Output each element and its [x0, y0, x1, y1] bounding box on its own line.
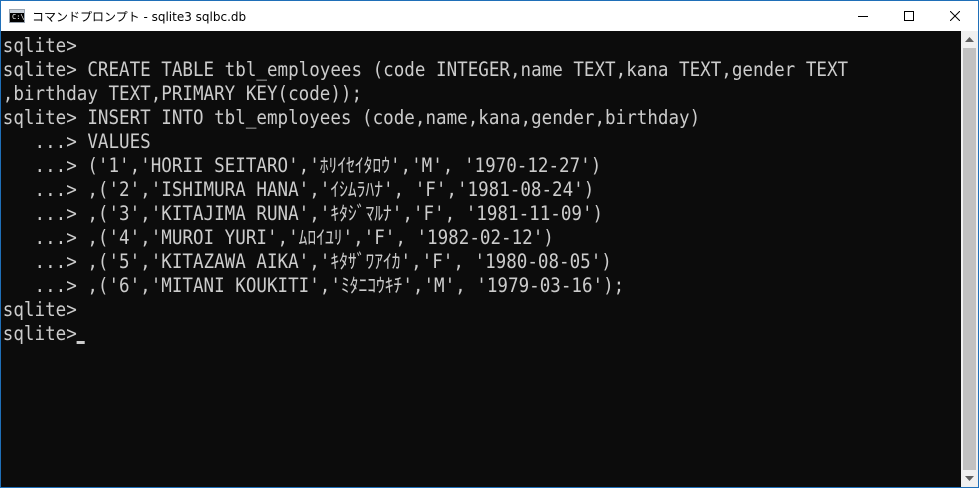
- console-line: sqlite> CREATE TABLE tbl_employees (code…: [2, 58, 849, 81]
- app-icon-text: C:\.: [12, 13, 29, 21]
- text-cursor: [76, 341, 85, 344]
- console-line: sqlite> INSERT INTO tbl_employees (code,…: [2, 106, 701, 129]
- console-line: ...> ,('6','MITANI KOUKITI','ﾐﾀﾆｺｳｷﾁ','M…: [2, 274, 625, 297]
- console-line: ...> ,('5','KITAZAWA AIKA','ｷﾀｻﾞﾜｱｲｶ','F…: [2, 250, 612, 273]
- console-line: ...> ('1','HORII SEITARO','ﾎﾘｲｾｲﾀﾛｳ','M'…: [2, 154, 602, 177]
- command-prompt-window: C:\. コマンドプロンプト - sqlite3 sqlbc.db sqlite…: [0, 0, 979, 488]
- console-line: sqlite>: [2, 298, 77, 321]
- scroll-up-arrow-icon: [965, 36, 974, 42]
- prompt-text: sqlite>: [2, 322, 77, 345]
- scroll-down-button[interactable]: [961, 470, 978, 487]
- console-line: sqlite>: [2, 34, 77, 57]
- console-line: ,birthday TEXT,PRIMARY KEY(code));: [2, 82, 363, 105]
- console-line: ...> ,('2','ISHIMURA HANA','ｲｼﾑﾗﾊﾅ', 'F'…: [2, 178, 595, 201]
- window-title: コマンドプロンプト - sqlite3 sqlbc.db: [32, 9, 247, 24]
- scroll-up-button[interactable]: [961, 31, 978, 48]
- console-prompt-line[interactable]: sqlite>: [1, 322, 865, 346]
- console-app-icon[interactable]: C:\.: [9, 9, 29, 23]
- console-line: ...> VALUES: [2, 130, 151, 153]
- vertical-scrollbar[interactable]: [961, 31, 978, 487]
- maximize-icon: [904, 11, 914, 21]
- scrollbar-thumb[interactable]: [963, 48, 976, 470]
- close-icon: [950, 11, 960, 21]
- console-output[interactable]: sqlite> sqlite> CREATE TABLE tbl_employe…: [1, 31, 961, 487]
- console-line: ...> ,('4','MUROI YURI','ﾑﾛｲﾕﾘ','F', '19…: [2, 226, 554, 249]
- maximize-button[interactable]: [886, 1, 932, 31]
- scroll-down-arrow-icon: [965, 475, 974, 481]
- title-bar[interactable]: C:\. コマンドプロンプト - sqlite3 sqlbc.db: [1, 1, 978, 31]
- window-controls: [840, 1, 978, 31]
- console-line: ...> ,('3','KITAJIMA RUNA','ｷﾀｼﾞﾏﾙﾅ','F'…: [2, 202, 604, 225]
- minimize-icon: [858, 16, 868, 17]
- minimize-button[interactable]: [840, 1, 886, 31]
- close-button[interactable]: [932, 1, 978, 31]
